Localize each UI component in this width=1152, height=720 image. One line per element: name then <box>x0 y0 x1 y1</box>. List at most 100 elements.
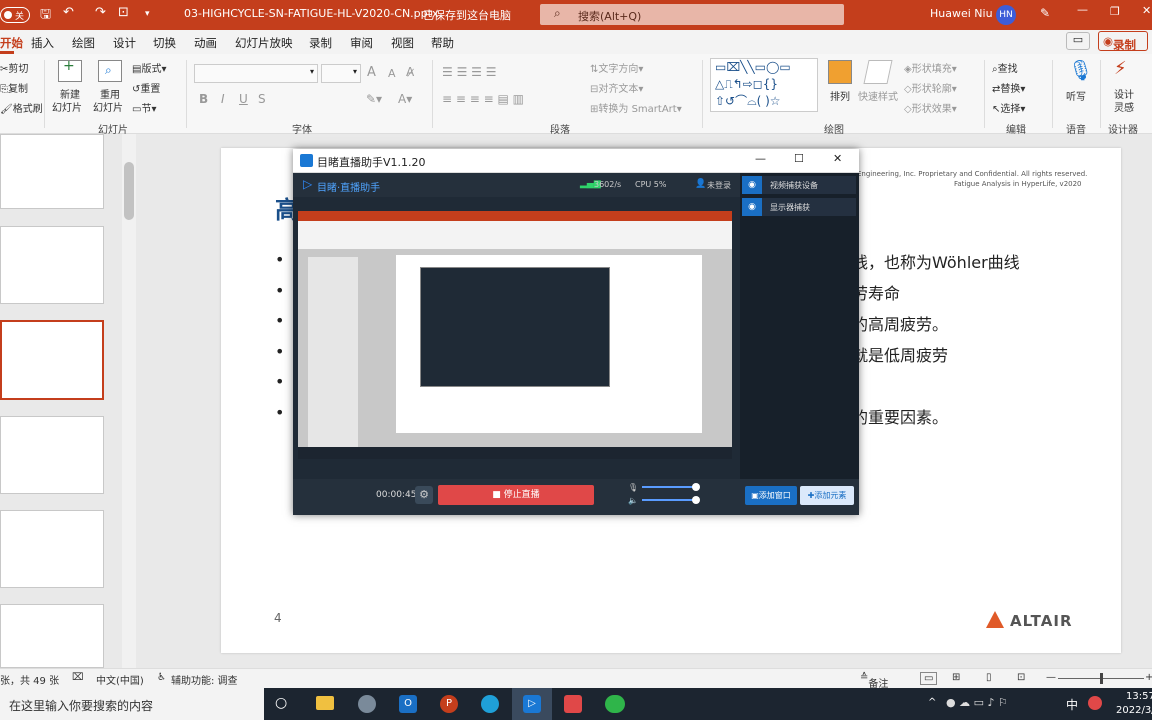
taskbar-search[interactable]: 在这里输入你要搜索的内容 <box>0 688 264 720</box>
ime-indicator[interactable]: 中 <box>1066 696 1078 713</box>
tab-draw[interactable]: 绘图 <box>72 35 95 51</box>
quick-styles-label[interactable]: 快速样式 <box>858 88 898 103</box>
find-button[interactable]: ⌕查找 <box>992 60 1018 75</box>
replace-button[interactable]: ⇄替换▾ <box>992 80 1025 95</box>
redo-icon[interactable]: ↷ <box>95 5 106 20</box>
tab-record[interactable]: 录制 <box>309 35 332 51</box>
bullet-text[interactable]: 的重要因素。 <box>852 404 948 428</box>
strike-button[interactable]: S <box>258 92 266 106</box>
reading-view-icon[interactable]: ▯ <box>986 672 992 683</box>
record-button[interactable]: ◉ 录制 <box>1098 31 1148 52</box>
zoom-out-icon[interactable]: — <box>1046 672 1056 683</box>
app-icon[interactable] <box>358 695 376 713</box>
slide-thumbnail[interactable] <box>0 510 104 588</box>
underline-button[interactable]: U <box>239 92 248 106</box>
slideshow-view-icon[interactable]: ⊡ <box>1017 672 1025 683</box>
mic-icon[interactable]: 🎙 <box>1068 58 1093 82</box>
tab-slideshow[interactable]: 幻灯片放映 <box>235 35 293 51</box>
clock-time[interactable]: 13:57 <box>1126 691 1152 702</box>
section-button[interactable]: ▭节▾ <box>132 100 156 115</box>
tray-up-icon[interactable]: ^ <box>928 697 936 708</box>
edge-icon[interactable] <box>481 695 499 713</box>
add-window-button[interactable]: ▣添加窗口 <box>745 486 797 505</box>
wechat-icon[interactable] <box>605 695 625 713</box>
reuse-slide-icon[interactable]: ⌕ <box>98 60 122 82</box>
ime-app-icon[interactable] <box>1088 696 1102 710</box>
tray-icons[interactable]: ● ☁ ▭ ♪ ⚐ <box>946 696 1008 709</box>
quick-styles-icon[interactable] <box>863 60 893 84</box>
format-painter-button[interactable]: 🖌格式刷 <box>0 100 43 115</box>
autosave-toggle[interactable]: 关 <box>0 7 30 23</box>
arrange-icon[interactable] <box>828 60 852 84</box>
shrink-font-button[interactable]: A <box>388 67 396 80</box>
arrange-label[interactable]: 排列 <box>830 88 850 103</box>
close-icon[interactable]: ✕ <box>1142 4 1151 17</box>
avatar[interactable]: HN <box>996 5 1016 25</box>
slide-thumbnail[interactable] <box>0 604 104 668</box>
sorter-view-icon[interactable]: ⊞ <box>952 672 960 683</box>
thumbnail-scrollbar[interactable] <box>122 134 136 668</box>
powerpoint-icon[interactable]: P <box>440 695 458 713</box>
tab-review[interactable]: 审阅 <box>350 35 373 51</box>
file-explorer-icon[interactable] <box>316 696 334 710</box>
font-size-select[interactable]: ▾ <box>321 64 361 83</box>
tab-transitions[interactable]: 切换 <box>153 35 176 51</box>
new-slide-icon[interactable]: + <box>58 58 82 82</box>
designer-label2[interactable]: 灵感 <box>1114 99 1134 114</box>
comment-icon[interactable]: ▭ <box>1066 32 1090 50</box>
speaker-volume-slider[interactable] <box>642 496 700 504</box>
smartart-button[interactable]: ⊞转换为 SmartArt▾ <box>590 100 682 115</box>
bullet-text[interactable]: 劳寿命 <box>852 280 900 304</box>
mic-volume-slider[interactable] <box>642 483 700 491</box>
shape-fill-button[interactable]: ◈形状填充▾ <box>904 60 957 75</box>
add-element-button[interactable]: ✚添加元素 <box>800 486 854 505</box>
normal-view-icon[interactable]: ▭ <box>920 672 938 685</box>
slide-thumbnail[interactable] <box>0 134 104 209</box>
settings-icon[interactable]: ⚙ <box>415 486 433 504</box>
eye-icon[interactable]: ◉ <box>742 198 762 216</box>
restore-icon[interactable]: ❐ <box>1110 5 1120 18</box>
search-box[interactable]: ⌕ 搜索(Alt+Q) <box>540 4 844 25</box>
user-name[interactable]: Huawei Niu <box>930 7 993 20</box>
tab-home[interactable]: 开始 <box>0 35 23 51</box>
source-video-capture[interactable]: ◉ 视频捕获设备 <box>742 176 856 194</box>
tab-insert[interactable]: 插入 <box>31 35 54 51</box>
undo-icon[interactable]: ↶ <box>63 5 74 20</box>
reset-button[interactable]: ↺重置 <box>132 80 160 95</box>
spellcheck-icon[interactable]: ⌧ <box>72 672 84 683</box>
slide-thumbnail[interactable] <box>0 226 104 304</box>
slide-thumbnail[interactable] <box>0 416 104 494</box>
notes-button[interactable]: ≙ 备注 <box>860 672 888 690</box>
font-color-icon[interactable]: A▾ <box>398 92 412 106</box>
designer-icon[interactable]: ⚡ <box>1114 58 1127 79</box>
accessibility-icon[interactable]: ♿ <box>157 672 166 683</box>
eye-icon[interactable]: ◉ <box>742 176 762 194</box>
slide-thumbnail-active[interactable] <box>0 320 104 400</box>
tab-help[interactable]: 帮助 <box>431 35 454 51</box>
task-view-icon[interactable]: ○ <box>275 695 287 711</box>
zoom-in-icon[interactable]: + <box>1145 672 1152 683</box>
stop-live-button[interactable]: ■ 停止直播 <box>438 485 594 505</box>
clear-format-icon[interactable]: A̷ <box>406 65 414 79</box>
popup-close-icon[interactable]: ✕ <box>833 152 842 165</box>
tab-design[interactable]: 设计 <box>113 35 136 51</box>
shape-outline-button[interactable]: ◇形状轮廓▾ <box>904 80 957 95</box>
bullet-text[interactable]: 线，也称为Wöhler曲线 <box>852 249 1020 273</box>
zoom-slider[interactable] <box>1058 673 1144 684</box>
new-slide-label2[interactable]: 幻灯片 <box>52 99 82 114</box>
bullet-text[interactable]: 就是低周疲劳 <box>852 342 948 366</box>
reuse-slide-label2[interactable]: 幻灯片 <box>93 99 123 114</box>
clock-date[interactable]: 2022/3/ <box>1116 705 1152 716</box>
shapes-gallery[interactable]: ▭⌧╲╲▭◯▭ △⎍↰⇨◻{} ⇧↺⌒⌓( )☆ <box>710 58 818 112</box>
highlight-icon[interactable]: ✎▾ <box>366 92 382 106</box>
bold-button[interactable]: B <box>199 92 208 106</box>
italic-button[interactable]: I <box>221 92 225 106</box>
popup-minimize-icon[interactable]: — <box>755 152 766 165</box>
pen-icon[interactable]: ✎ <box>1040 6 1050 20</box>
cut-button[interactable]: ✂剪切 <box>0 60 28 75</box>
outlook-icon[interactable]: O <box>399 695 417 713</box>
popup-maximize-icon[interactable]: ☐ <box>794 152 804 165</box>
shape-effect-button[interactable]: ◇形状效果▾ <box>904 100 957 115</box>
bullet-text[interactable]: 的高周疲劳。 <box>852 311 948 335</box>
grow-font-button[interactable]: A <box>367 65 376 80</box>
